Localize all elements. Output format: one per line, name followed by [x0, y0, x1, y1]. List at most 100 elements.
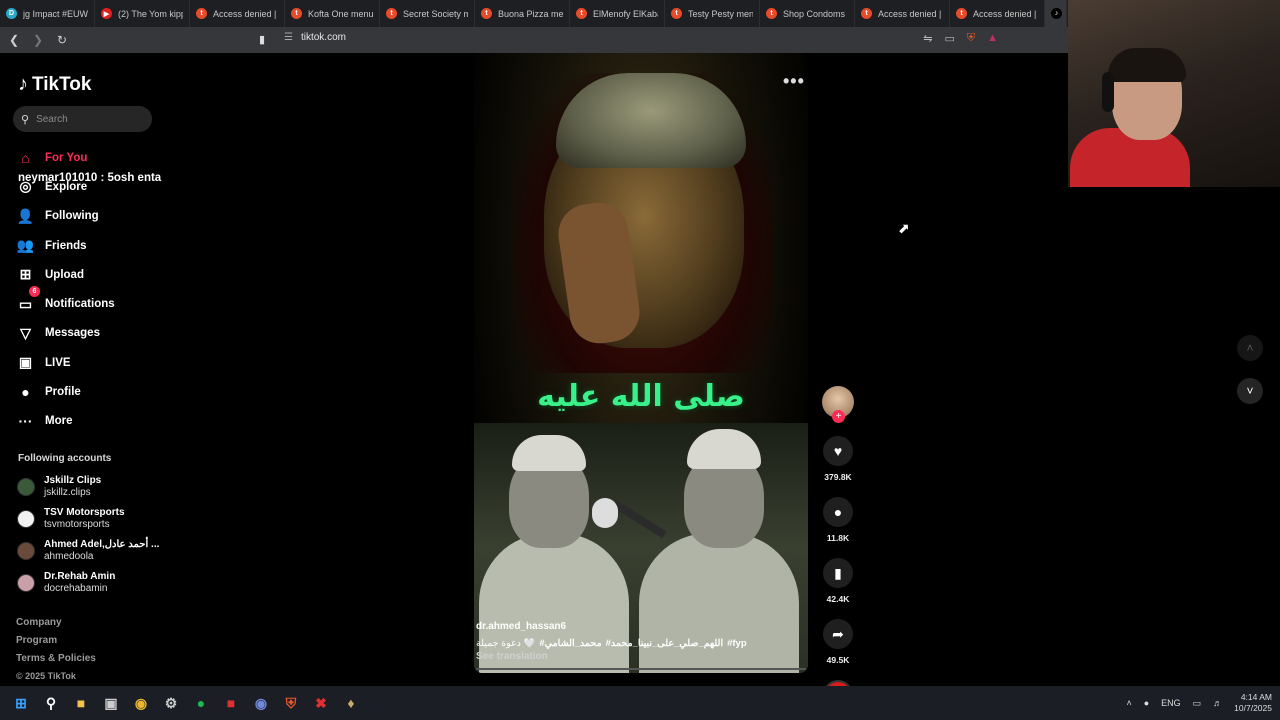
reload-icon[interactable]: ↻ [52, 30, 72, 50]
browser-tab[interactable]: t Access denied | w [190, 0, 285, 27]
creator-avatar[interactable]: + [822, 386, 854, 423]
tab-favicon-icon: ▶ [101, 8, 112, 19]
sidebar-item-live[interactable]: ▣ LIVE [17, 348, 167, 377]
sidebar-item-label: More [45, 415, 73, 428]
sidebar-item-profile[interactable]: ● Profile [17, 377, 167, 406]
clock-time: 4:14 AM [1240, 692, 1272, 702]
brave-icon[interactable]: ⛨ [276, 688, 306, 718]
save-count: 42.4K [826, 594, 850, 604]
comment-icon: ● [833, 504, 843, 520]
browser-tab[interactable]: t Kofta One menu [285, 0, 380, 27]
save-button[interactable]: ▮ [823, 558, 853, 588]
following-account[interactable]: Jskillz Clips jskillz.clips [17, 471, 167, 503]
bookmark-icon[interactable]: ▮ [259, 33, 265, 46]
sidebar-item-label: Profile [45, 386, 81, 399]
tab-title: Access denied | w [973, 8, 1038, 19]
tab-title: Kofta One menu [308, 8, 373, 19]
rewards-icon[interactable]: ▲ [987, 32, 998, 45]
file-explorer-icon[interactable]: ■ [66, 688, 96, 718]
riot-icon[interactable]: ✖ [306, 688, 336, 718]
browser-tab[interactable]: t Shop Condoms C [760, 0, 855, 27]
browser-tab[interactable]: Djg Impact #EUW [0, 0, 95, 27]
forward-icon[interactable]: ❯ [28, 30, 48, 50]
sidebar-item-for-you[interactable]: ⌂ For You [17, 143, 167, 172]
tab-favicon-icon: t [386, 8, 397, 19]
follow-plus-icon[interactable]: + [832, 410, 845, 423]
tab-title: ElMenofy ElKabab [593, 8, 658, 19]
volume-icon[interactable]: ♬ [1213, 698, 1222, 708]
following-accounts-list: Jskillz Clips jskillz.clips TSV Motorsport… [17, 471, 167, 599]
chevron-up-icon[interactable]: ˄ [1126, 698, 1131, 708]
browser-tab[interactable]: t Testy Pesty menu [665, 0, 760, 27]
browser-tab[interactable]: ▶ (2) The Yom kipp [95, 0, 190, 27]
language-indicator[interactable]: ENG [1161, 698, 1181, 708]
sidebar-item-label: LIVE [45, 356, 71, 369]
more-options-icon[interactable]: ••• [783, 71, 805, 92]
tiktok-page: ♪ TikTok ⚲ Search ⌂ For You ◎ Explore 👤 Follo… [0, 53, 1068, 710]
spotify-icon[interactable]: ● [186, 688, 216, 718]
sidebar-item-label: Following [45, 210, 99, 223]
video-username[interactable]: dr.ahmed_hassan6 [476, 621, 806, 632]
sidebar-item-messages[interactable]: ▽ Messages [17, 319, 167, 348]
footer-link[interactable]: Terms & Policies [16, 653, 96, 671]
footer-link[interactable]: Company [16, 617, 96, 635]
hashtag-link[interactable]: #محمد_الشامي [539, 638, 601, 649]
back-icon[interactable]: ❮ [4, 30, 24, 50]
search-icon[interactable]: ⚲ [36, 688, 66, 718]
sidebar-item-label: For You [45, 151, 88, 164]
hashtag-link[interactable]: #اللهم_صلي_على_نبينا_محمد [606, 638, 724, 649]
league-icon[interactable]: ♦ [336, 688, 366, 718]
account-username: docrehabamin [44, 583, 108, 594]
browser-tab[interactable]: t ElMenofy ElKabab [570, 0, 665, 27]
following-account[interactable]: Dr.Rehab Amin docrehabamin [17, 567, 167, 599]
chrome-icon[interactable]: ◉ [126, 688, 156, 718]
footer-link[interactable]: Program [16, 635, 96, 653]
url-text[interactable]: tiktok.com [301, 32, 346, 43]
sidebar-item-following[interactable]: 👤 Following [17, 202, 167, 231]
see-translation-link[interactable]: See translation [476, 651, 806, 662]
profile-icon: ● [21, 384, 30, 401]
sidebar-item-notifications[interactable]: ▭ 6 Notifications [17, 286, 167, 318]
clock[interactable]: 4:14 AM 10/7/2025 [1234, 692, 1272, 714]
sidebar-item-more[interactable]: ··· More [17, 407, 167, 436]
sidebar-item-upload[interactable]: ⊞ Upload [17, 260, 167, 289]
following-account[interactable]: Ahmed Adel,أحمد عادل ... ahmedoola [17, 535, 167, 567]
discord-icon[interactable]: ◉ [246, 688, 276, 718]
next-video-button[interactable]: ˅ [1237, 378, 1263, 404]
steam-icon[interactable]: ⚙ [156, 688, 186, 718]
share-button[interactable]: ➦ [823, 619, 853, 649]
browser-tab[interactable]: t Buona Pizza men [475, 0, 570, 27]
browser-tab-active[interactable]: ♪ [1045, 0, 1067, 27]
sidebar-item-label: Upload [45, 268, 84, 281]
previous-video-button[interactable]: ˄ [1237, 335, 1263, 361]
hashtag-link[interactable]: #fyp [727, 638, 747, 649]
tiktok-logo[interactable]: ♪ TikTok [18, 73, 91, 96]
sidebar-item-label: Notifications [45, 298, 115, 311]
cast-icon[interactable]: ⇋ [923, 32, 932, 45]
site-info-icon[interactable]: ☰ [284, 32, 293, 43]
inbox-icon: ▭ [18, 295, 33, 312]
tab-favicon-icon: t [766, 8, 777, 19]
browser-tab[interactable]: t Access denied | w [950, 0, 1045, 27]
browser-tab[interactable]: t Secret Society m [380, 0, 475, 27]
comment-count: 11.8K [826, 533, 850, 543]
brave-shield-icon[interactable]: ⛨ [967, 32, 975, 45]
windows-start-icon[interactable]: ⊞ [6, 688, 36, 718]
logo-text: TikTok [32, 73, 92, 95]
pip-icon[interactable]: ▭ [944, 32, 954, 45]
store-icon[interactable]: ▣ [96, 688, 126, 718]
app-red-icon[interactable]: ■ [216, 688, 246, 718]
sidebar-item-label: Messages [45, 327, 100, 340]
search-input[interactable]: ⚲ Search [13, 106, 152, 132]
video-player[interactable]: صلى الله عليه dr.ahmed_hassan6 دعوة جميل… [474, 53, 808, 673]
video-progress-bar[interactable] [476, 668, 806, 670]
network-icon[interactable]: ▭ [1193, 698, 1202, 709]
browser-tab[interactable]: t Access denied | w [855, 0, 950, 27]
like-button[interactable]: ♥ [823, 436, 853, 466]
following-account[interactable]: TSV Motorsports tsvmotorsports [17, 503, 167, 535]
windows-taskbar: ⊞ ⚲ ■ ▣ ◉ ⚙ ● ■ ◉ ⛨ ✖ ♦ ˄ ● ENG ▭ ♬ 4:14… [0, 686, 1280, 720]
comment-button[interactable]: ● [823, 497, 853, 527]
microphone-icon[interactable]: ● [1144, 698, 1149, 708]
live-icon: ▣ [18, 354, 33, 371]
sidebar-item-friends[interactable]: 👥 Friends [17, 231, 167, 260]
